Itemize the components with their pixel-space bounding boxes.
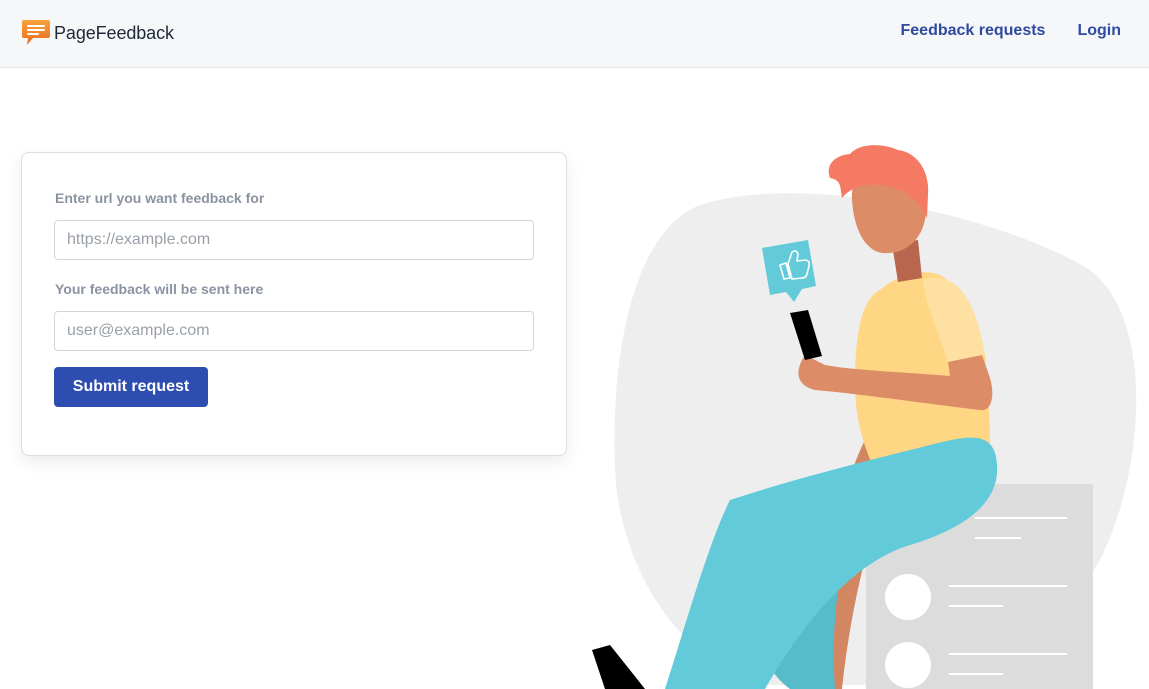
person-with-phone-illustration xyxy=(592,145,1137,689)
url-field-label: Enter url you want feedback for xyxy=(55,190,265,206)
nav-feedback-requests-link[interactable]: Feedback requests xyxy=(901,20,1046,42)
avatar-placeholder xyxy=(885,574,931,620)
brand-logo[interactable]: PageFeedback xyxy=(21,19,174,47)
submit-request-button[interactable]: Submit request xyxy=(54,367,208,407)
chat-bubble-logo-icon xyxy=(22,20,50,45)
email-field-label: Your feedback will be sent here xyxy=(55,281,264,297)
feedback-request-form: Enter url you want feedback for Your fee… xyxy=(21,152,567,456)
email-input[interactable] xyxy=(54,311,534,351)
brand-name: PageFeedback xyxy=(54,22,174,43)
nav-login-link[interactable]: Login xyxy=(1077,20,1121,42)
top-navbar: PageFeedback Feedback requests Login xyxy=(0,0,1149,68)
url-input[interactable] xyxy=(54,220,534,260)
avatar-placeholder-2 xyxy=(885,642,931,688)
main-nav: Feedback requests Login xyxy=(901,20,1122,42)
